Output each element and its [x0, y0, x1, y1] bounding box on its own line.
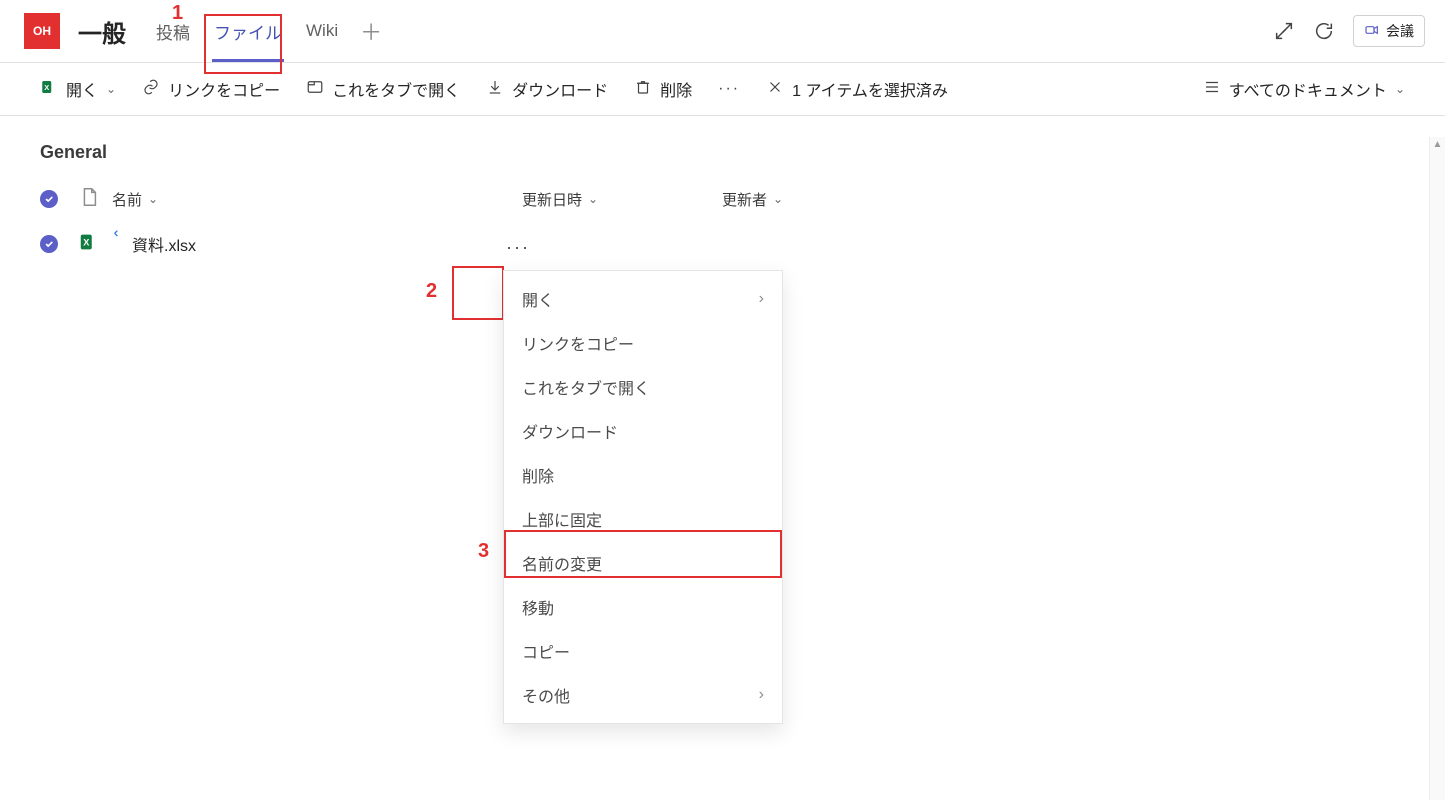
chevron-right-icon: › — [759, 290, 764, 308]
file-list-area: General 名前 ⌄ 更新日時 ⌄ 更新者 ⌄ — [0, 116, 1445, 267]
channel-header: OH 一般 投稿 ファイル Wiki ＋ 会議 — [0, 0, 1445, 62]
annotation-number-3: 3 — [478, 540, 489, 563]
link-icon — [142, 78, 160, 101]
menu-label: 名前の変更 — [522, 551, 602, 575]
context-menu: 開く › リンクをコピー これをタブで開く ダウンロード 削除 上部に固定 名前… — [503, 270, 783, 724]
delete-label: 削除 — [660, 77, 692, 101]
open-in-tab-button[interactable]: これをタブで開く — [306, 77, 460, 101]
column-name[interactable]: 名前 ⌄ — [112, 189, 522, 210]
menu-label: コピー — [522, 639, 570, 663]
download-icon — [486, 78, 504, 101]
download-button[interactable]: ダウンロード — [486, 77, 608, 101]
column-name-label: 名前 — [112, 189, 142, 210]
menu-open-in-tab[interactable]: これをタブで開く — [504, 365, 782, 409]
tab-icon — [306, 78, 324, 101]
excel-file-icon: X — [78, 231, 100, 258]
group-header: General — [40, 116, 1445, 177]
menu-label: 開く — [522, 287, 554, 311]
clear-selection-button[interactable]: 1 アイテムを選択済み — [766, 77, 948, 101]
delete-button[interactable]: 削除 — [634, 77, 692, 101]
team-avatar: OH — [24, 13, 60, 49]
svg-text:X: X — [83, 237, 90, 247]
file-type-icon — [78, 186, 100, 212]
tab-files[interactable]: ファイル — [202, 0, 294, 62]
row-more-button[interactable]: ··· — [492, 221, 544, 273]
copy-link-label: リンクをコピー — [168, 77, 280, 101]
chevron-down-icon: ⌄ — [148, 192, 158, 206]
chevron-right-icon: › — [759, 686, 764, 704]
add-tab-button[interactable]: ＋ — [350, 0, 392, 62]
menu-copy-link[interactable]: リンクをコピー — [504, 321, 782, 365]
row-selected-checkbox[interactable] — [40, 235, 58, 253]
column-modified[interactable]: 更新日時 ⌄ — [522, 189, 722, 210]
ellipsis-icon: ··· — [506, 237, 530, 258]
refresh-icon[interactable] — [1313, 20, 1335, 42]
menu-move[interactable]: 移動 — [504, 585, 782, 629]
excel-icon: X — [40, 78, 58, 101]
menu-download[interactable]: ダウンロード — [504, 409, 782, 453]
menu-pin-top[interactable]: 上部に固定 — [504, 497, 782, 541]
menu-open[interactable]: 開く › — [504, 277, 782, 321]
file-name: 資料.xlsx — [132, 232, 196, 256]
scroll-up-icon: ▲ — [1430, 139, 1445, 150]
popout-icon[interactable] — [1273, 20, 1295, 42]
download-label: ダウンロード — [512, 77, 608, 101]
menu-label: 移動 — [522, 595, 554, 619]
menu-copy[interactable]: コピー — [504, 629, 782, 673]
tab-label: Wiki — [306, 21, 338, 41]
column-modified-by-label: 更新者 — [722, 189, 767, 210]
menu-rename[interactable]: 名前の変更 — [504, 541, 782, 585]
column-headers: 名前 ⌄ 更新日時 ⌄ 更新者 ⌄ — [40, 177, 1445, 221]
open-in-tab-label: これをタブで開く — [332, 77, 460, 101]
ellipsis-icon: ··· — [718, 80, 740, 98]
view-switcher[interactable]: すべてのドキュメント ⌄ — [1203, 77, 1405, 101]
more-toolbar-button[interactable]: ··· — [718, 80, 740, 98]
svg-text:X: X — [44, 83, 49, 92]
chevron-down-icon: ⌄ — [773, 192, 783, 206]
meet-button[interactable]: 会議 — [1353, 15, 1425, 47]
annotation-box-2 — [452, 266, 504, 320]
avatar-initials: OH — [33, 24, 51, 38]
chevron-down-icon: ⌄ — [106, 82, 116, 96]
menu-label: 削除 — [522, 463, 554, 487]
list-icon — [1203, 78, 1221, 101]
column-modified-by[interactable]: 更新者 ⌄ — [722, 189, 783, 210]
tab-posts[interactable]: 投稿 — [144, 0, 202, 62]
sync-icon — [112, 228, 128, 249]
open-button[interactable]: X 開く ⌄ — [40, 77, 116, 101]
menu-label: 上部に固定 — [522, 507, 602, 531]
selection-label: 1 アイテムを選択済み — [792, 77, 948, 101]
chevron-down-icon: ⌄ — [588, 192, 598, 206]
menu-label: ダウンロード — [522, 419, 618, 443]
scrollbar[interactable]: ▲ — [1429, 137, 1445, 800]
menu-delete[interactable]: 削除 — [504, 453, 782, 497]
tab-label: ファイル — [214, 19, 282, 44]
plus-icon: ＋ — [360, 15, 382, 47]
trash-icon — [634, 78, 652, 101]
meet-label: 会議 — [1386, 21, 1414, 41]
column-modified-label: 更新日時 — [522, 189, 582, 210]
file-row[interactable]: X 資料.xlsx ··· — [40, 221, 1445, 267]
menu-label: その他 — [522, 683, 570, 707]
chevron-down-icon: ⌄ — [1395, 82, 1405, 96]
tab-bar: 投稿 ファイル Wiki ＋ — [144, 0, 392, 62]
menu-label: これをタブで開く — [522, 375, 650, 399]
header-actions: 会議 — [1273, 15, 1425, 47]
open-label: 開く — [66, 77, 98, 101]
camera-icon — [1364, 22, 1380, 41]
close-icon — [766, 78, 784, 101]
tab-wiki[interactable]: Wiki — [294, 0, 350, 62]
tab-label: 投稿 — [156, 19, 190, 44]
annotation-number-2: 2 — [426, 280, 437, 303]
menu-other[interactable]: その他 › — [504, 673, 782, 717]
view-label: すべてのドキュメント — [1229, 77, 1387, 101]
channel-title: 一般 — [78, 14, 126, 49]
select-all-checkbox[interactable] — [40, 190, 58, 208]
copy-link-button[interactable]: リンクをコピー — [142, 77, 280, 101]
file-toolbar: X 開く ⌄ リンクをコピー これをタブで開く ダウンロード 削除 ··· 1 … — [0, 62, 1445, 116]
menu-label: リンクをコピー — [522, 331, 634, 355]
